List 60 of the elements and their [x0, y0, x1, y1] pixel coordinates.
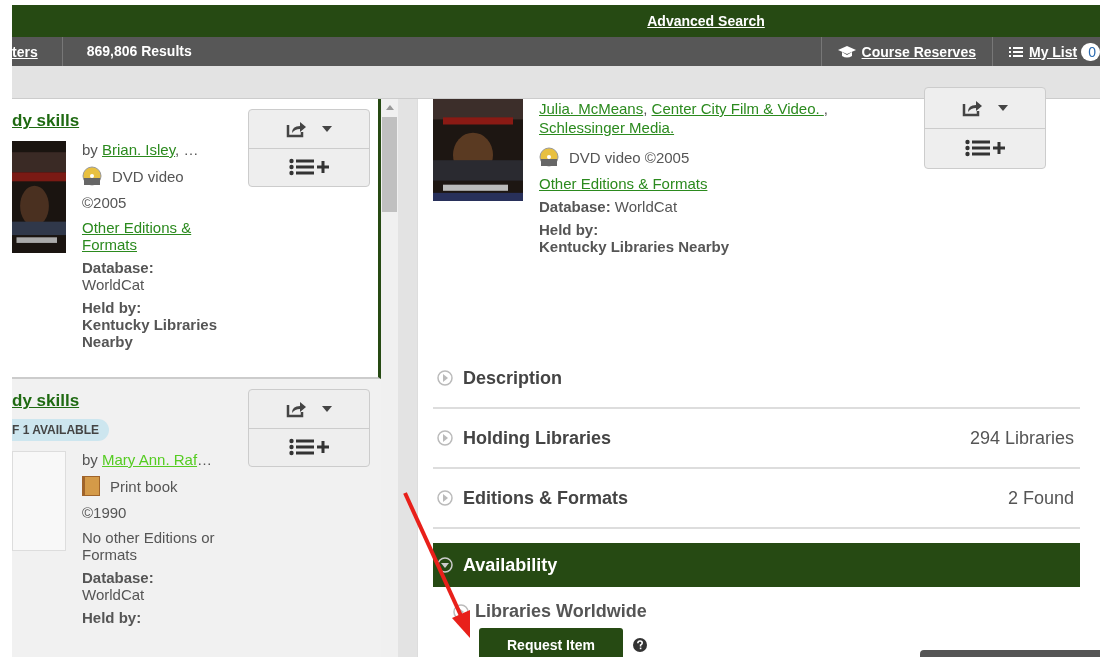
result-card[interactable]: dy skills by Brian. Isley, … DVD video ©2005 Other Editions & Formats Database: WorldCat Held by: Kentucky Libraries Nearby [12, 99, 381, 379]
result-card[interactable]: dy skills F 1 AVAILABLE by Mary Ann. Raf… Print book ©1990 No other Editions or Formats Database: WorldCat Held by: [12, 379, 381, 657]
database-label: Database: [82, 259, 155, 276]
list-icon [1008, 45, 1023, 58]
year-label: ©1990 [82, 504, 128, 521]
share-icon [286, 119, 308, 138]
advanced-search-link[interactable]: Advanced Search [647, 13, 765, 29]
add-to-list-icon [289, 438, 329, 457]
section-header[interactable]: Availability [433, 543, 1080, 587]
format-label: DVD video ©2005 [569, 148, 690, 166]
expand-icon [437, 430, 453, 446]
section-count: 2 Found [1007, 487, 1074, 509]
format-label: Print book [110, 477, 178, 495]
editions-link[interactable]: Other Editions & Formats [82, 219, 222, 253]
share-icon [286, 399, 308, 418]
graduation-cap-icon [837, 45, 856, 58]
database-value: WorldCat [82, 586, 146, 603]
caret-icon [322, 405, 332, 412]
section-header[interactable]: Holding Libraries 294 Libraries [433, 409, 1080, 469]
section-header[interactable]: Editions & Formats 2 Found [433, 469, 1080, 529]
format-label: DVD video [112, 167, 184, 185]
separator-comma: , [823, 100, 828, 117]
help-icon[interactable] [632, 638, 647, 652]
result-title-link[interactable]: dy skills [12, 111, 236, 131]
editions-link[interactable]: Other Editions & Formats [539, 175, 909, 192]
request-item-button[interactable]: Request Item [479, 628, 623, 657]
author-line: by Mary Ann. Raf… [82, 451, 213, 468]
held-by-label: Held by: [82, 609, 143, 626]
caret-icon [998, 104, 1008, 111]
caret-icon [322, 125, 332, 132]
result-title-link[interactable]: dy skills [12, 391, 236, 411]
section-header[interactable]: Description [433, 349, 1080, 409]
share-icon [962, 98, 984, 117]
author-link[interactable]: Schlessinger Media. [539, 119, 675, 136]
list-count-badge: 0 [1081, 42, 1100, 61]
database-value: WorldCat [82, 276, 146, 293]
scroll-up-icon [385, 105, 394, 110]
add-to-list-icon [289, 158, 329, 177]
database-label: Database: [82, 569, 155, 586]
year-label: ©2005 [82, 194, 128, 211]
expand-icon [437, 370, 453, 386]
held-by-value: Kentucky Libraries Nearby [82, 316, 219, 350]
expand-icon [437, 557, 453, 573]
availability-badge: F 1 AVAILABLE [12, 419, 110, 441]
scrollbar[interactable] [381, 99, 398, 657]
database-line: Database: WorldCat [539, 198, 679, 215]
author-line: by Brian. Isley, … [82, 141, 199, 158]
held-by-label: Held by: [539, 221, 600, 238]
expand-icon [437, 490, 453, 506]
section-count: 294 Libraries [969, 427, 1074, 449]
held-by-label: Held by: [82, 299, 143, 316]
filters-link[interactable]: ters [12, 43, 38, 60]
author-link[interactable]: Center City Film & Video. [651, 100, 824, 117]
separator-comma: , [643, 100, 648, 117]
author-link[interactable]: Brian. Isley [102, 141, 176, 158]
held-by-value: Kentucky Libraries Nearby [539, 238, 731, 255]
scrollbar-thumb[interactable] [382, 117, 397, 212]
editions-text: No other Editions or Formats [82, 529, 216, 563]
dvd-icon [539, 147, 559, 167]
add-to-list-icon [965, 139, 1005, 158]
